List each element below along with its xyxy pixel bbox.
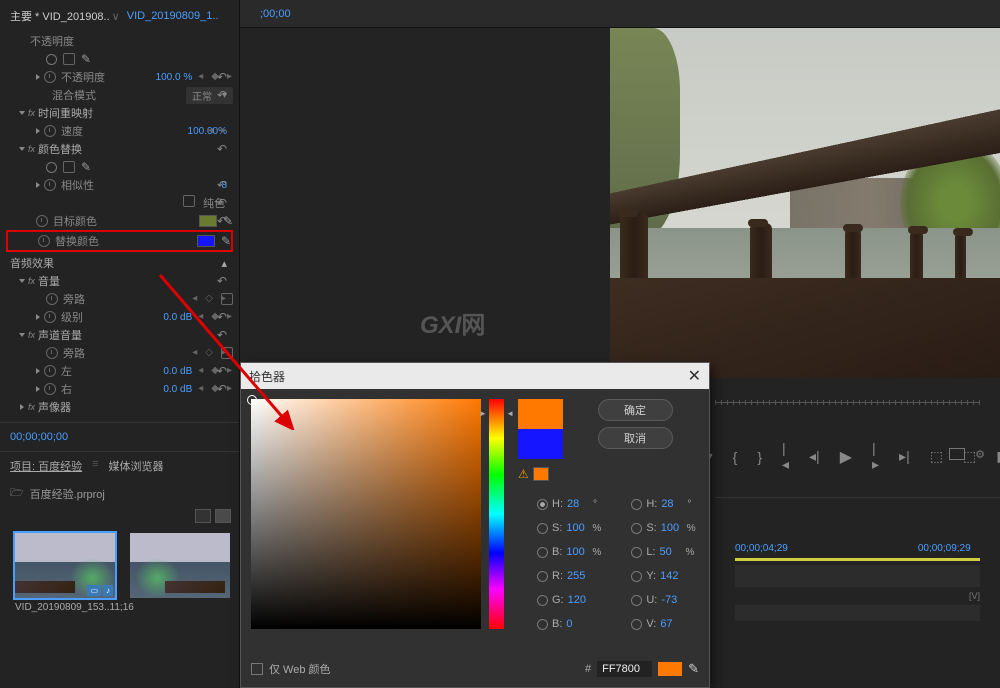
mask-tools[interactable]: ✎: [6, 50, 233, 68]
replace-color-prop[interactable]: 替换颜色✎: [6, 230, 233, 252]
h-field[interactable]: H:28°: [537, 498, 601, 510]
timeline-start-tc: ;00;00: [260, 8, 291, 20]
export-frame-button[interactable]: ◧: [996, 448, 1000, 465]
g-field[interactable]: G:120: [537, 594, 601, 606]
v-field[interactable]: V:67: [631, 618, 695, 630]
hex-input[interactable]: [597, 661, 652, 677]
hex-swatch: [658, 662, 682, 676]
time-remap-section[interactable]: fx时间重映射: [6, 104, 233, 122]
current-timecode[interactable]: 00;00;00;00: [0, 422, 239, 451]
effect-controls-tree: 不透明度 ✎ 不透明度100.0 %◂ ◆ ▸↶ 混合模式正常▾↶ fx时间重映…: [0, 32, 239, 416]
speed-prop[interactable]: 速度100.00%◂ ▸: [6, 122, 233, 140]
monitor-ruler[interactable]: [715, 390, 1000, 430]
view-list-button[interactable]: [195, 509, 211, 523]
project-tabs: 项目: 百度经验≡ 媒体浏览器: [0, 452, 239, 480]
eyedropper-icon: ✎: [221, 234, 231, 248]
cancel-button[interactable]: 取消: [598, 427, 673, 449]
monitor-title-bar: [240, 0, 1000, 28]
u-field[interactable]: U:-73: [631, 594, 695, 606]
timeline-tc: 00;00;09;29: [918, 543, 971, 554]
solid-color-prop[interactable]: 纯色↶: [6, 194, 233, 212]
tab-active-clip[interactable]: VID_20190809_1..: [127, 10, 219, 22]
go-to-out-button[interactable]: ▸|: [899, 448, 910, 465]
lift-button[interactable]: ⬚: [930, 448, 943, 465]
work-area-bar[interactable]: [735, 558, 980, 561]
video-badge-icon: ▭: [87, 585, 101, 596]
blend-mode-prop[interactable]: 混合模式正常▾↶: [6, 86, 233, 104]
monitor-controls: ▾ { } |◂ ◂| ▶ |▸ ▸| ⬚ ⬚ ◧ ⚙ 00;00;04;29 …: [715, 390, 1000, 688]
step-forward-button[interactable]: |▸: [872, 440, 879, 473]
view-icon-button[interactable]: [215, 509, 231, 523]
watermark: GXI网: [420, 300, 485, 343]
timeline-tc: 00;00;04;29: [735, 543, 788, 554]
clip-thumbnail[interactable]: ▭♪ VID_20190809_153..11;16: [15, 533, 115, 613]
bypass-prop-2[interactable]: 旁路◂ ◇ ▸: [6, 344, 233, 362]
warning-icon: ⚠: [518, 467, 529, 481]
tab-main[interactable]: 主要 * VID_201908..: [10, 8, 110, 24]
volume-section[interactable]: fx音量↶: [6, 272, 233, 290]
b2-field[interactable]: B:0: [537, 618, 601, 630]
opacity-header[interactable]: 不透明度: [6, 32, 233, 50]
play-button[interactable]: ▶: [840, 447, 852, 467]
mark-out-button[interactable]: }: [757, 449, 762, 465]
go-to-in-button[interactable]: |◂: [782, 440, 789, 473]
h2-field[interactable]: H:28°: [631, 498, 695, 510]
bypass-prop[interactable]: 旁路◂ ◇ ▸: [6, 290, 233, 308]
effect-controls-tabs: 主要 * VID_201908.. ∨ VID_20190809_1..: [0, 0, 239, 32]
color-replace-section[interactable]: fx颜色替换↶: [6, 140, 233, 158]
s-field[interactable]: S:100%: [537, 522, 601, 534]
safe-margins-button[interactable]: [949, 448, 965, 460]
program-monitor[interactable]: [610, 28, 1000, 378]
target-color-prop[interactable]: 目标颜色✎↶: [6, 212, 233, 230]
dialog-titlebar[interactable]: 拾色器 ✕: [241, 363, 709, 389]
project-file: 🗁 百度经验.prproj: [0, 480, 239, 507]
target-color-swatch: [199, 215, 217, 227]
web-only-checkbox[interactable]: 仅 Web 颜色: [251, 661, 331, 677]
hex-label: #: [585, 663, 591, 675]
media-browser-tab[interactable]: 媒体浏览器: [109, 458, 164, 474]
mark-in-button[interactable]: {: [733, 449, 738, 465]
level-prop[interactable]: 级别0.0 dB◂ ◆ ▸↶: [6, 308, 233, 326]
folder-icon: 🗁: [10, 484, 24, 503]
color-field[interactable]: [251, 399, 481, 629]
project-tab[interactable]: 项目: 百度经验: [10, 458, 82, 474]
hue-slider[interactable]: [489, 399, 504, 629]
opacity-prop[interactable]: 不透明度100.0 %◂ ◆ ▸↶: [6, 68, 233, 86]
project-filename: 百度经验.prproj: [30, 486, 105, 502]
gamut-warning[interactable]: ⚠: [518, 467, 563, 481]
audio-badge-icon: ♪: [103, 585, 113, 596]
left-channel-prop[interactable]: 左0.0 dB◂ ◆ ▸↶: [6, 362, 233, 380]
settings-button[interactable]: ⚙: [975, 448, 985, 461]
y-field[interactable]: Y:142: [631, 570, 695, 582]
l-field[interactable]: L:50%: [631, 546, 695, 558]
track-row[interactable]: [735, 605, 980, 621]
project-view-controls: [0, 507, 239, 525]
eyedropper-icon[interactable]: ✎: [688, 661, 699, 677]
track-row[interactable]: [735, 565, 980, 587]
panner-section[interactable]: fx声像器: [6, 398, 233, 416]
dialog-title: 拾色器: [249, 368, 285, 385]
audio-effects-section[interactable]: 音频效果▴: [6, 254, 233, 272]
new-color-swatch: [518, 399, 563, 429]
channel-volume-section[interactable]: fx声道音量↶: [6, 326, 233, 344]
timeline-panel[interactable]: 00;00;04;29 00;00;09;29 [V]: [715, 535, 1000, 621]
ok-button[interactable]: 确定: [598, 399, 673, 421]
right-channel-prop[interactable]: 右0.0 dB◂ ◆ ▸↶: [6, 380, 233, 398]
mask-tools-2[interactable]: ✎: [6, 158, 233, 176]
similarity-prop[interactable]: 相似性8↶: [6, 176, 233, 194]
color-picker-dialog: 拾色器 ✕ ⚠ 确定 取消 H:28° S:100% B:100% R:255 …: [240, 362, 710, 688]
step-back-button[interactable]: ◂|: [809, 448, 820, 465]
clip-thumbnail[interactable]: [130, 533, 230, 613]
replace-color-swatch: [197, 235, 215, 247]
s2-field[interactable]: S:100%: [631, 522, 695, 534]
current-color-swatch[interactable]: [518, 429, 563, 459]
r-field[interactable]: R:255: [537, 570, 601, 582]
close-button[interactable]: ✕: [688, 366, 701, 386]
b-field[interactable]: B:100%: [537, 546, 601, 558]
